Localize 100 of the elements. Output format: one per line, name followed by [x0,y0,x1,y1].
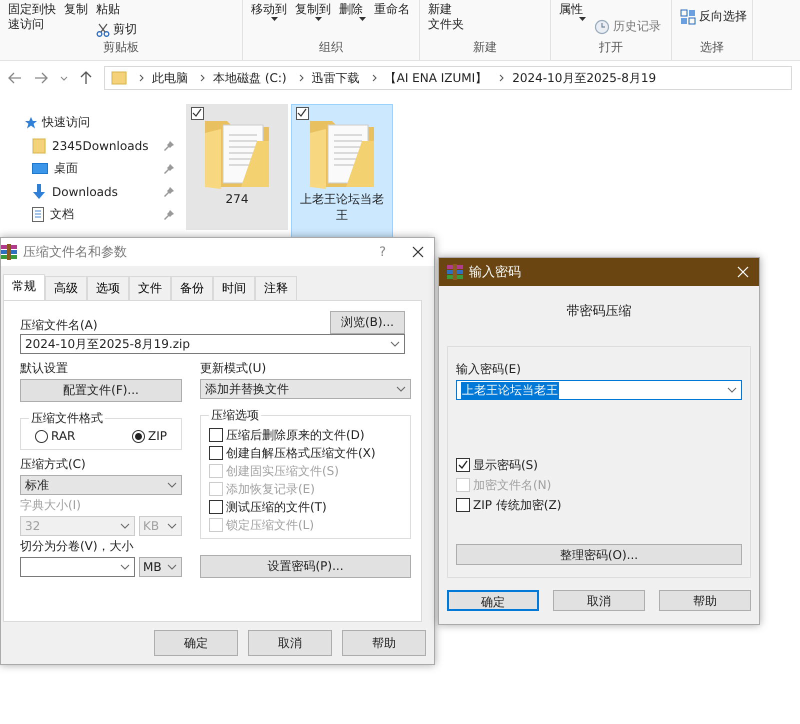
ribbon-group-label: 剪贴板 [102,39,140,56]
chevron-right-icon [200,74,205,82]
document-icon [32,207,44,222]
checkbox[interactable] [456,458,470,472]
tab[interactable]: 高级 [45,276,87,300]
organize-passwords-button[interactable]: 整理密码(O)... [456,544,742,565]
chevron-down-icon[interactable] [60,76,68,80]
ribbon-button[interactable]: 重命名 [374,2,410,17]
chevron-right-icon [139,74,144,82]
volume-size-combo[interactable] [20,557,135,577]
field-label: 更新模式(U) [200,360,268,377]
caret-down-icon [579,17,586,21]
ribbon-button[interactable]: 历史记录 [594,18,661,35]
scissors-icon [96,22,110,36]
back-arrow-icon[interactable] [8,72,22,84]
group-title: 压缩选项 [210,407,260,424]
checkbox[interactable] [296,107,309,120]
nav-item[interactable]: 桌面 [24,160,174,177]
archive-name-combo[interactable]: 2024-10月至2025-8月19.zip [20,334,405,354]
address-bar[interactable]: 此电脑 本地磁盘 (C:) 迅雷下载 【AI ENA IZUMI】 2024-10月至2025-8月19 [104,66,792,90]
breadcrumb[interactable]: 迅雷下载 [312,70,360,86]
help-button[interactable]: ? [379,244,386,260]
dialog-button[interactable]: 取消 [248,630,332,656]
breadcrumb[interactable]: 此电脑 [152,70,188,86]
checkbox[interactable] [209,446,223,460]
dialog-button[interactable]: 取消 [553,590,645,611]
ribbon-button[interactable]: 反向选择 [680,8,747,25]
checkbox[interactable] [209,500,223,514]
ribbon-group-label: 新建 [472,39,498,56]
update-mode-combo[interactable]: 添加并替换文件 [200,379,411,399]
checkbox-label: 测试压缩的文件(T) [226,498,327,516]
close-icon[interactable] [412,246,424,258]
caret-down-icon [359,17,366,21]
breadcrumb[interactable]: 【AI ENA IZUMI】 [384,70,488,86]
chevron-down-icon [727,387,737,393]
unit-combo[interactable]: MB [139,557,182,577]
clock-icon [594,18,610,34]
tab[interactable]: 时间 [213,276,255,300]
profile-button[interactable]: 配置文件(F)... [20,379,182,402]
tab[interactable]: 文件 [129,276,171,300]
window-title: 压缩文件名和参数 [23,244,128,261]
ribbon-button[interactable]: 粘贴 [96,2,137,17]
tab[interactable]: 常规 [3,274,45,300]
ribbon-group-label: 选择 [699,39,725,56]
radio-label: RAR [51,429,76,443]
checkbox[interactable] [209,428,223,442]
folder-icon [32,138,46,154]
browse-button[interactable]: 浏览(B)... [330,311,405,334]
radio-label: ZIP [148,429,167,443]
ribbon-button[interactable]: 复制 [64,2,88,17]
dialog-button[interactable]: 帮助 [342,630,426,656]
ribbon-button[interactable]: 移动到 [251,2,287,21]
nav-item[interactable]: 文档 [24,206,174,223]
ribbon-group-label: 打开 [598,39,624,56]
radio-button[interactable] [132,430,145,442]
password-field[interactable]: 上老王论坛当老王 [456,380,742,400]
ribbon-button[interactable]: 剪切 [96,21,137,38]
checkbox-label: 压缩后删除原来的文件(D) [226,426,365,444]
dialog-button[interactable]: 确定 [154,630,238,656]
star-icon [24,116,38,130]
nav-header[interactable]: 快速访问 [42,114,90,131]
checkbox[interactable] [191,107,204,120]
nav-item[interactable]: 2345Downloads [24,137,174,154]
field-label: 压缩文件名(A) [20,317,98,334]
folder-tile[interactable]: 上老王论坛当老王 [291,104,393,240]
forward-arrow-icon[interactable] [34,72,48,84]
method-combo[interactable]: 标准 [20,475,182,495]
chevron-right-icon [298,74,304,82]
chevron-down-icon [120,564,130,570]
folder-name: 274 [224,191,250,207]
tab[interactable]: 注释 [255,276,297,300]
ribbon-button[interactable]: 复制到 [295,2,331,21]
radio-button[interactable] [35,430,48,442]
field-label: 默认设置 [20,360,69,377]
ribbon-group-label: 组织 [318,39,344,56]
folder-tile[interactable]: 274 [186,104,288,230]
tab[interactable]: 选项 [87,276,129,300]
dialog-button[interactable]: 确定 [447,590,539,611]
breadcrumb[interactable]: 2024-10月至2025-8月19 [512,70,656,86]
ribbon-button[interactable]: 属性 [559,2,586,21]
ribbon-button[interactable]: 固定到快 速访问 [8,2,56,32]
checkbox-label: 创建固实压缩文件(S) [226,462,339,480]
download-arrow-icon [32,184,46,200]
tab[interactable]: 备份 [171,276,213,300]
chevron-down-icon [167,523,177,529]
set-password-button[interactable]: 设置密码(P)... [200,555,411,578]
ribbon-button[interactable]: 删除 [339,2,366,21]
checkbox-label: 加密文件名(N) [473,476,552,494]
breadcrumb[interactable]: 本地磁盘 (C:) [213,70,287,86]
checkbox-label: 显示密码(S) [473,456,538,474]
group-title: 压缩文件格式 [30,410,104,427]
chevron-down-icon [396,386,406,392]
ribbon-button[interactable]: 新建 文件夹 [428,2,464,32]
caret-down-icon [315,17,322,21]
dialog-button[interactable]: 帮助 [659,590,751,611]
checkbox[interactable] [456,498,470,512]
nav-item[interactable]: Downloads [24,183,174,200]
up-arrow-icon[interactable] [80,71,92,85]
checkbox-label: 添加恢复记录(E) [226,480,315,498]
stacked-books-icon [447,264,463,280]
